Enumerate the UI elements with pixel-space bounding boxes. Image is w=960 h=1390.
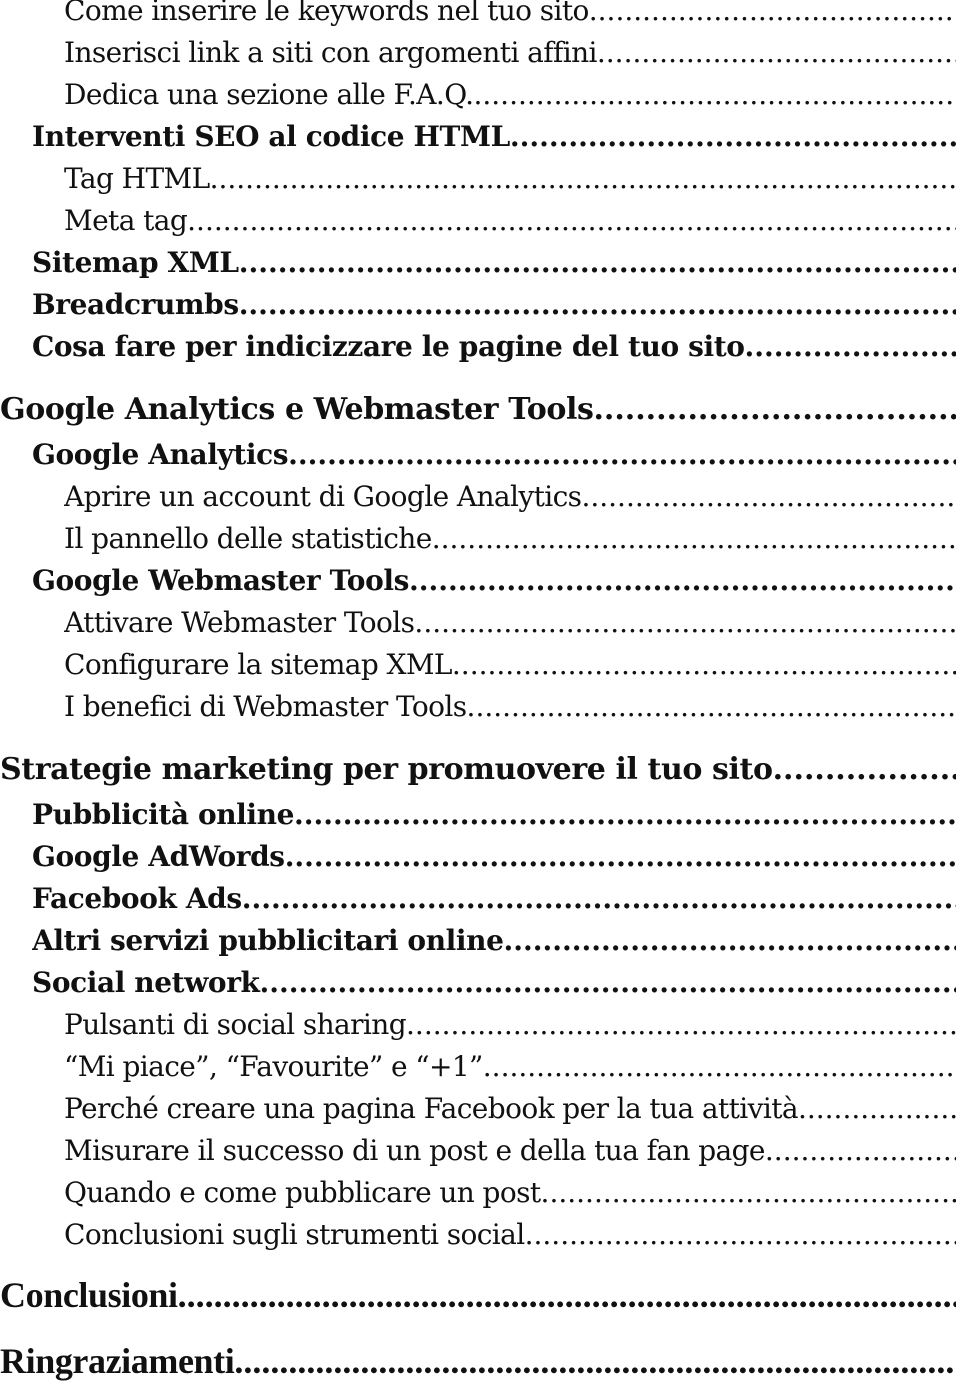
dot-leader [525, 1218, 956, 1251]
toc-entry[interactable]: Pulsanti di social sharing [64, 1008, 956, 1041]
toc-entry[interactable]: Google Webmaster Tools [32, 564, 956, 597]
toc-entry[interactable]: Configurare la sitemap XML [64, 648, 956, 681]
toc-entry-label: Cosa fare per indicizzare le pagine del … [32, 330, 745, 363]
dot-leader [285, 840, 956, 873]
toc-entry-label: Tag HTML [64, 162, 210, 195]
toc-entry-label: Perché creare una pagina Facebook per la… [64, 1092, 799, 1125]
toc-entry-label: Quando e come pubblicare un post [64, 1176, 541, 1209]
toc-entry-label: Inserisci link a siti con argomenti affi… [64, 36, 597, 69]
dot-leader [483, 1050, 956, 1083]
toc-entry[interactable]: Breadcrumbs [32, 288, 956, 321]
toc-entry[interactable]: Strategie marketing per promuovere il tu… [0, 752, 956, 787]
dot-leader [178, 1274, 956, 1316]
dot-leader [510, 120, 956, 153]
toc-entry[interactable]: Sitemap XML [32, 246, 956, 279]
toc-entry-label: I benefici di Webmaster Tools [64, 690, 467, 723]
toc-chapter-label: Google Analytics e Webmaster Tools [0, 392, 594, 427]
dot-leader [288, 438, 956, 471]
dot-leader [432, 522, 956, 555]
toc-entry-label: Google Analytics [32, 438, 289, 471]
toc-entry[interactable]: Social network [32, 966, 956, 999]
toc-entry[interactable]: Attivare Webmaster Tools [64, 606, 956, 639]
toc-entry[interactable]: Tag HTML [64, 162, 956, 195]
toc-entry-label: Meta tag [64, 204, 188, 237]
dot-leader [210, 162, 956, 195]
toc-entry-label: “Mi piace”, “Favourite” e “+1” [64, 1050, 483, 1083]
toc-entry[interactable]: Dedica una sezione alle F.A.Q. [64, 78, 956, 111]
toc-entry[interactable]: Facebook Ads [32, 882, 956, 915]
dot-leader [589, 0, 956, 27]
dot-leader [773, 752, 956, 787]
toc-entry-label: Misurare il successo di un post e della … [64, 1134, 766, 1167]
toc-entry[interactable]: Interventi SEO al codice HTML [32, 120, 956, 153]
dot-leader [541, 1176, 956, 1209]
dot-leader [414, 606, 956, 639]
toc-entry[interactable]: Come inserire le keywords nel tuo sito [64, 0, 956, 27]
toc-entry-label: Altri servizi pubblicitari online [32, 924, 504, 957]
toc-entry[interactable]: Ringraziamenti [0, 1340, 956, 1382]
toc-entry[interactable]: Aprire un account di Google Analytics [64, 480, 956, 513]
toc-entry[interactable]: Meta tag [64, 204, 956, 237]
toc-entry-label: Google Webmaster Tools [32, 564, 409, 597]
toc-entry[interactable]: Inserisci link a siti con argomenti affi… [64, 36, 956, 69]
toc-entry-label: Social network [32, 966, 260, 999]
toc-entry[interactable]: Altri servizi pubblicitari online [32, 924, 956, 957]
toc-entry[interactable]: Misurare il successo di un post e della … [64, 1134, 956, 1167]
dot-leader [467, 690, 956, 723]
dot-leader [187, 204, 956, 237]
toc-entry-label: Sitemap XML [32, 246, 239, 279]
dot-leader [452, 648, 956, 681]
toc-entry[interactable]: Google Analytics [32, 438, 956, 471]
dot-leader [798, 1092, 956, 1125]
toc-entry-label: Conclusioni sugli strumenti social [64, 1218, 525, 1251]
toc-entry[interactable]: “Mi piace”, “Favourite” e “+1” [64, 1050, 956, 1083]
toc-entry[interactable]: Conclusioni [0, 1274, 956, 1316]
dot-leader [294, 798, 956, 831]
dot-leader [409, 564, 956, 597]
toc-chapter-label: Strategie marketing per promuovere il tu… [0, 752, 773, 787]
toc-chapter-label: Conclusioni [0, 1275, 178, 1315]
toc-entry-label: Facebook Ads [32, 882, 242, 915]
toc-entry-label: Pulsanti di social sharing [64, 1008, 407, 1041]
dot-leader [234, 1340, 956, 1382]
toc-entry[interactable]: Google Analytics e Webmaster Tools [0, 392, 956, 427]
toc-entry[interactable]: Perché creare una pagina Facebook per la… [64, 1092, 956, 1125]
toc-entry-label: Breadcrumbs [32, 288, 239, 321]
toc-entry-label: Attivare Webmaster Tools [64, 606, 415, 639]
dot-leader [242, 882, 956, 915]
dot-leader [593, 392, 956, 427]
dot-leader [765, 1134, 956, 1167]
toc-entry[interactable]: Pubblicità online [32, 798, 956, 831]
dot-leader [745, 330, 956, 363]
toc-entry[interactable]: Google AdWords [32, 840, 956, 873]
toc-entry[interactable]: Quando e come pubblicare un post [64, 1176, 956, 1209]
dot-leader [239, 246, 956, 279]
dot-leader [473, 78, 956, 111]
dot-leader [581, 480, 956, 513]
dot-leader [504, 924, 957, 957]
toc-entry-label: Aprire un account di Google Analytics [64, 480, 582, 513]
toc-entry[interactable]: Cosa fare per indicizzare le pagine del … [32, 330, 956, 363]
toc-chapter-label: Ringraziamenti [0, 1341, 235, 1381]
dot-leader [260, 966, 956, 999]
dot-leader [406, 1008, 956, 1041]
dot-leader [239, 288, 956, 321]
toc-entry-label: Pubblicità online [32, 798, 295, 831]
toc-entry[interactable]: Conclusioni sugli strumenti social [64, 1218, 956, 1251]
toc-entry-label: Il pannello delle statistiche [64, 522, 432, 555]
toc-entry[interactable]: I benefici di Webmaster Tools [64, 690, 956, 723]
toc-entry[interactable]: Il pannello delle statistiche [64, 522, 956, 555]
toc-entry-label: Configurare la sitemap XML [64, 648, 452, 681]
toc-entry-label: Dedica una sezione alle F.A.Q. [64, 78, 474, 111]
toc-entry-label: Google AdWords [32, 840, 285, 873]
dot-leader [597, 36, 956, 69]
toc-entry-label: Come inserire le keywords nel tuo sito [64, 0, 589, 27]
toc-entry-label: Interventi SEO al codice HTML [32, 120, 510, 153]
